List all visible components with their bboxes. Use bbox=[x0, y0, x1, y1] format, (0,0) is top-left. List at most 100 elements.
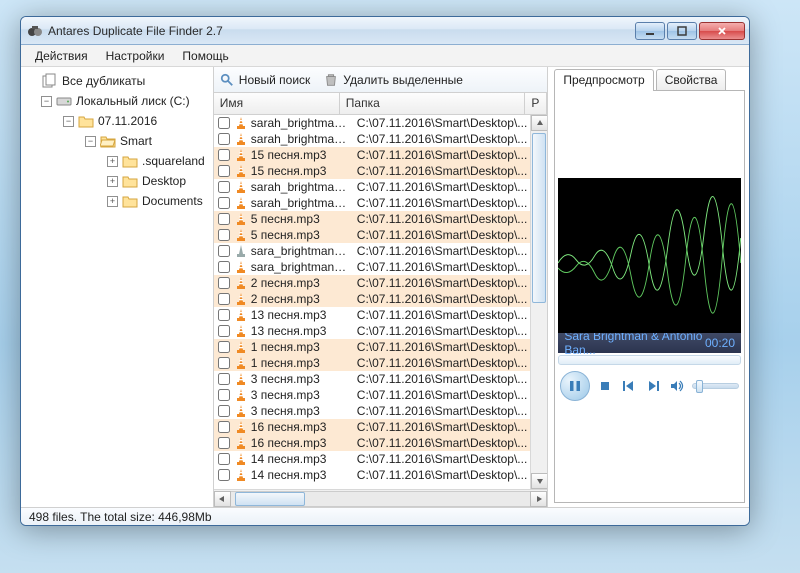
vertical-scrollbar[interactable] bbox=[530, 115, 547, 489]
col-size[interactable]: Р bbox=[525, 93, 547, 114]
col-name[interactable]: Имя bbox=[214, 93, 340, 114]
row-checkbox[interactable] bbox=[218, 197, 230, 209]
table-row[interactable]: 16 песня.mp3C:\07.11.2016\Smart\Desktop\… bbox=[214, 435, 548, 451]
scroll-up-button[interactable] bbox=[531, 115, 547, 131]
scroll-down-button[interactable] bbox=[531, 473, 547, 489]
table-row[interactable]: 3 песня.mp3C:\07.11.2016\Smart\Desktop\.… bbox=[214, 371, 548, 387]
play-pause-button[interactable] bbox=[560, 371, 590, 401]
col-folder[interactable]: Папка bbox=[340, 93, 526, 114]
file-name: 1 песня.mp3 bbox=[251, 356, 351, 370]
table-row[interactable]: sarah_brightman_-...C:\07.11.2016\Smart\… bbox=[214, 179, 548, 195]
row-checkbox[interactable] bbox=[218, 469, 230, 481]
tree-folder-documents[interactable]: + Documents bbox=[23, 191, 211, 211]
tree-root[interactable]: Все дубликаты bbox=[23, 71, 211, 91]
row-checkbox[interactable] bbox=[218, 293, 230, 305]
table-row[interactable]: 13 песня.mp3C:\07.11.2016\Smart\Desktop\… bbox=[214, 307, 548, 323]
row-checkbox[interactable] bbox=[218, 181, 230, 193]
scroll-thumb[interactable] bbox=[532, 133, 546, 303]
table-row[interactable]: sarah_brightman_-...C:\07.11.2016\Smart\… bbox=[214, 195, 548, 211]
next-button[interactable] bbox=[644, 377, 662, 395]
minimize-button[interactable] bbox=[635, 22, 665, 40]
row-checkbox[interactable] bbox=[218, 453, 230, 465]
tab-preview[interactable]: Предпросмотр bbox=[554, 69, 653, 91]
row-checkbox[interactable] bbox=[218, 245, 230, 257]
seek-bar[interactable] bbox=[558, 355, 741, 365]
row-checkbox[interactable] bbox=[218, 373, 230, 385]
table-row[interactable]: 2 песня.mp3C:\07.11.2016\Smart\Desktop\.… bbox=[214, 275, 548, 291]
table-row[interactable]: 2 песня.mp3C:\07.11.2016\Smart\Desktop\.… bbox=[214, 291, 548, 307]
row-checkbox[interactable] bbox=[218, 277, 230, 289]
table-row[interactable]: sara_brightman_an...C:\07.11.2016\Smart\… bbox=[214, 243, 548, 259]
collapse-icon[interactable]: − bbox=[63, 116, 74, 127]
delete-selected-button[interactable]: Удалить выделенные bbox=[324, 73, 463, 87]
scroll-right-button[interactable] bbox=[530, 491, 547, 507]
table-row[interactable]: sarah_brightman_-...C:\07.11.2016\Smart\… bbox=[214, 131, 548, 147]
row-checkbox[interactable] bbox=[218, 421, 230, 433]
row-checkbox[interactable] bbox=[218, 165, 230, 177]
table-row[interactable]: 14 песня.mp3C:\07.11.2016\Smart\Desktop\… bbox=[214, 467, 548, 483]
tree-disk[interactable]: − Локальный лиск (C:) bbox=[23, 91, 211, 111]
row-checkbox[interactable] bbox=[218, 341, 230, 353]
hscroll-thumb[interactable] bbox=[235, 492, 305, 506]
file-name: 16 песня.mp3 bbox=[251, 420, 351, 434]
row-checkbox[interactable] bbox=[218, 229, 230, 241]
tab-properties[interactable]: Свойства bbox=[656, 69, 727, 91]
row-checkbox[interactable] bbox=[218, 133, 230, 145]
file-folder: C:\07.11.2016\Smart\Desktop\... bbox=[351, 356, 528, 370]
file-name: sarah_brightman_-... bbox=[251, 180, 351, 194]
row-checkbox[interactable] bbox=[218, 389, 230, 401]
file-name: sarah_brightman_-... bbox=[251, 132, 351, 146]
row-checkbox[interactable] bbox=[218, 405, 230, 417]
hscroll-track[interactable] bbox=[231, 491, 531, 507]
row-checkbox[interactable] bbox=[218, 213, 230, 225]
menu-actions[interactable]: Действия bbox=[27, 47, 96, 65]
menu-settings[interactable]: Настройки bbox=[98, 47, 173, 65]
row-checkbox[interactable] bbox=[218, 357, 230, 369]
scroll-track[interactable] bbox=[531, 131, 547, 473]
table-row[interactable]: 15 песня.mp3C:\07.11.2016\Smart\Desktop\… bbox=[214, 163, 548, 179]
new-search-button[interactable]: Новый поиск bbox=[220, 73, 311, 87]
horizontal-scrollbar[interactable] bbox=[214, 489, 548, 507]
row-checkbox[interactable] bbox=[218, 325, 230, 337]
volume-icon[interactable] bbox=[668, 377, 686, 395]
tree-folder-desktop[interactable]: + Desktop bbox=[23, 171, 211, 191]
maximize-button[interactable] bbox=[667, 22, 697, 40]
close-button[interactable] bbox=[699, 22, 745, 40]
table-row[interactable]: 5 песня.mp3C:\07.11.2016\Smart\Desktop\.… bbox=[214, 227, 548, 243]
file-name: 15 песня.mp3 bbox=[251, 164, 351, 178]
table-row[interactable]: 3 песня.mp3C:\07.11.2016\Smart\Desktop\.… bbox=[214, 387, 548, 403]
prev-button[interactable] bbox=[620, 377, 638, 395]
menu-help[interactable]: Помощь bbox=[174, 47, 236, 65]
tree-folder-smart[interactable]: − Smart bbox=[23, 131, 211, 151]
table-row[interactable]: 15 песня.mp3C:\07.11.2016\Smart\Desktop\… bbox=[214, 147, 548, 163]
row-checkbox[interactable] bbox=[218, 309, 230, 321]
expand-icon[interactable]: + bbox=[107, 176, 118, 187]
row-checkbox[interactable] bbox=[218, 261, 230, 273]
row-checkbox[interactable] bbox=[218, 117, 230, 129]
table-row[interactable]: sarah_brightman_-...C:\07.11.2016\Smart\… bbox=[214, 115, 548, 131]
scroll-left-button[interactable] bbox=[214, 491, 231, 507]
table-row[interactable]: 13 песня.mp3C:\07.11.2016\Smart\Desktop\… bbox=[214, 323, 548, 339]
table-row[interactable]: 5 песня.mp3C:\07.11.2016\Smart\Desktop\.… bbox=[214, 211, 548, 227]
tree-folder-squareland[interactable]: + .squareland bbox=[23, 151, 211, 171]
collapse-icon[interactable]: − bbox=[85, 136, 96, 147]
table-row[interactable]: 14 песня.mp3C:\07.11.2016\Smart\Desktop\… bbox=[214, 451, 548, 467]
table-row[interactable]: 3 песня.mp3C:\07.11.2016\Smart\Desktop\.… bbox=[214, 403, 548, 419]
table-row[interactable]: 16 песня.mp3C:\07.11.2016\Smart\Desktop\… bbox=[214, 419, 548, 435]
expand-icon[interactable]: + bbox=[107, 196, 118, 207]
table-row[interactable]: sara_brightman_an...C:\07.11.2016\Smart\… bbox=[214, 259, 548, 275]
collapse-icon[interactable]: − bbox=[41, 96, 52, 107]
row-checkbox[interactable] bbox=[218, 437, 230, 449]
file-folder: C:\07.11.2016\Smart\Desktop\... bbox=[351, 292, 528, 306]
table-row[interactable]: 1 песня.mp3C:\07.11.2016\Smart\Desktop\.… bbox=[214, 355, 548, 371]
volume-thumb[interactable] bbox=[696, 380, 703, 393]
expand-icon[interactable]: + bbox=[107, 156, 118, 167]
search-icon bbox=[220, 73, 234, 87]
stop-button[interactable] bbox=[596, 377, 614, 395]
tree-folder-date[interactable]: − 07.11.2016 bbox=[23, 111, 211, 131]
row-checkbox[interactable] bbox=[218, 149, 230, 161]
list-header: Имя Папка Р bbox=[214, 93, 548, 115]
volume-slider[interactable] bbox=[692, 383, 739, 389]
table-row[interactable]: 1 песня.mp3C:\07.11.2016\Smart\Desktop\.… bbox=[214, 339, 548, 355]
titlebar[interactable]: Antares Duplicate File Finder 2.7 bbox=[21, 17, 749, 45]
